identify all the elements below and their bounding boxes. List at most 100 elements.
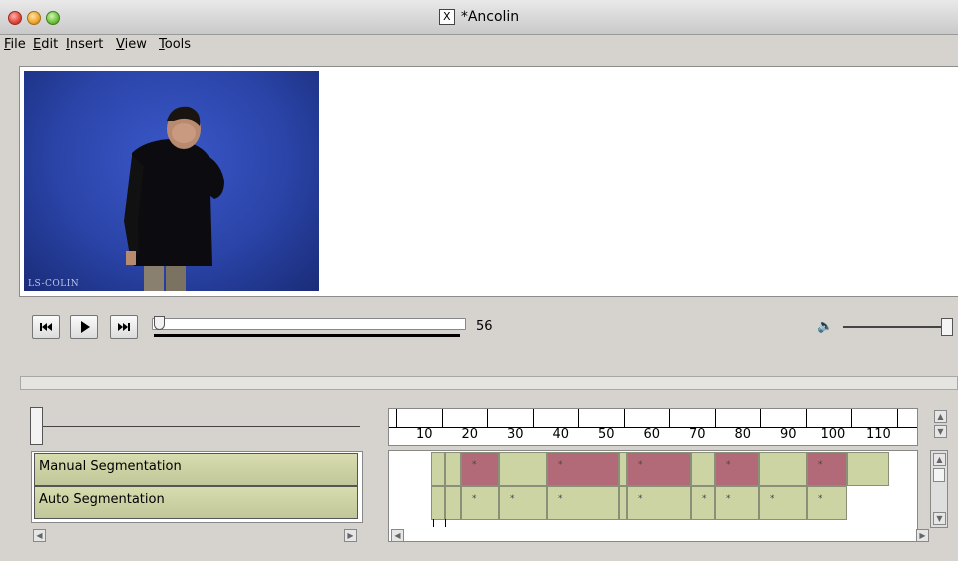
menu-view-accel: V [116,37,125,52]
ruler-tick [851,409,852,427]
menu-bar: File Edit Insert View Tools [0,34,958,56]
manual-segment[interactable]: * [461,452,499,486]
manual-segment[interactable] [445,452,461,486]
seek-fill [154,334,460,337]
menu-insert-rest: nsert [69,37,104,52]
ruler-tick-label: 20 [461,427,479,442]
ruler-tick-label: 90 [780,427,797,442]
track-label-auto[interactable]: Auto Segmentation [34,486,358,519]
volume-thumb[interactable] [941,318,953,336]
seek-slider[interactable] [148,316,466,338]
volume-track[interactable] [843,326,953,328]
manual-segment-marker: * [558,460,563,470]
ruler-tick-label: 60 [643,427,661,442]
manual-segment[interactable] [619,452,627,486]
auto-segment[interactable] [445,486,461,520]
menu-insert[interactable]: Insert [66,37,103,52]
auto-segment-marker: * [510,494,515,504]
auto-segment[interactable]: * [691,486,715,520]
x11-app-icon: X [438,9,455,25]
auto-segment-marker: * [638,494,643,504]
menu-tools[interactable]: Tools [159,37,191,52]
menu-view[interactable]: View [116,37,147,52]
ruler-tick-label: 40 [552,427,570,442]
manual-segment[interactable] [499,452,547,486]
auto-segment[interactable]: * [547,486,619,520]
auto-segment[interactable]: ** [619,486,639,520]
auto-segment[interactable]: * [807,486,847,520]
timeline-scroll-thumb[interactable] [933,468,945,482]
ruler-tick [760,409,761,427]
frame-number: 56 [476,319,493,334]
manual-segment-marker: * [638,460,643,470]
auto-segment-marker: * [702,494,707,504]
play-icon [81,321,90,333]
menu-view-rest: iew [124,37,147,52]
menu-edit-rest: dit [41,37,59,52]
auto-segment[interactable]: * [627,486,691,520]
menu-edit-accel: E [33,37,42,52]
video-frame: LS-COLIN [24,71,319,291]
timeline-scroll-left-button[interactable]: ◀ [391,529,404,542]
seek-thumb[interactable] [154,316,165,330]
ruler-tick-label: 80 [734,427,752,442]
ruler-scroll-up-button[interactable]: ▲ [934,410,947,423]
track-label-manual[interactable]: Manual Segmentation [34,453,358,486]
manual-segment[interactable] [431,452,445,486]
timeline-scroll-down-button[interactable]: ▼ [933,512,946,525]
labels-scroll-right-button[interactable]: ▶ [344,529,357,542]
manual-segment[interactable] [691,452,715,486]
manual-segment[interactable] [847,452,889,486]
ruler-tick [805,409,807,427]
timeline-vertical-scrollbar[interactable]: ▲ ▼ [930,450,948,528]
labels-scroll-left-button[interactable]: ◀ [33,529,46,542]
ruler-tick [714,409,716,427]
auto-segment-marker: * [472,494,477,504]
signer-figure [124,106,224,291]
manual-segment-marker: * [726,460,731,470]
ruler-tick [441,409,443,427]
ruler-tick [623,409,625,427]
ruler-scroll-down-button[interactable]: ▼ [934,425,947,438]
track-labels-panel: Manual Segmentation Auto Segmentation [31,451,363,523]
ruler-tick-label: 110 [866,427,891,442]
timeline-scroll-up-button[interactable]: ▲ [933,453,946,466]
playhead-marker-b [445,519,446,527]
ruler-tick [669,409,670,427]
manual-segment-marker: * [472,460,477,470]
ruler-tick [396,409,397,427]
ruler-tick [578,409,579,427]
split-divider[interactable] [20,376,958,390]
auto-segment-marker: * [818,494,823,504]
go-to-start-button[interactable] [32,315,60,339]
auto-segment[interactable]: * [715,486,759,520]
menu-edit[interactable]: Edit [33,37,58,52]
menu-file[interactable]: File [4,37,26,52]
ruler-tick-label: 100 [820,427,846,442]
track-label-auto-text: Auto Segmentation [39,492,165,507]
video-panel: LS-COLIN [19,66,958,297]
ruler-tick-label: 70 [689,427,706,442]
ruler-tick [487,409,488,427]
auto-segment[interactable] [431,486,445,520]
seek-track [152,318,466,330]
manual-segment[interactable]: * [627,452,691,486]
ruler-tick-label: 10 [416,427,433,442]
track-label-manual-text: Manual Segmentation [39,459,182,474]
manual-segment[interactable]: * [715,452,759,486]
auto-segment[interactable]: * [759,486,807,520]
auto-segment-marker: * [770,494,775,504]
zoom-thumb[interactable] [30,407,43,445]
timeline-scroll-right-button[interactable]: ▶ [916,529,929,542]
auto-segment[interactable]: * [499,486,547,520]
play-button[interactable] [70,315,98,339]
manual-segment[interactable]: * [807,452,847,486]
manual-segment[interactable]: * [547,452,619,486]
go-to-end-button[interactable] [110,315,138,339]
menu-file-rest: ile [10,37,26,52]
manual-segment[interactable] [759,452,807,486]
auto-segment[interactable]: * [461,486,499,520]
playhead-marker-a [433,519,434,527]
zoom-slider[interactable] [30,407,360,445]
auto-segment-marker: * [726,494,731,504]
